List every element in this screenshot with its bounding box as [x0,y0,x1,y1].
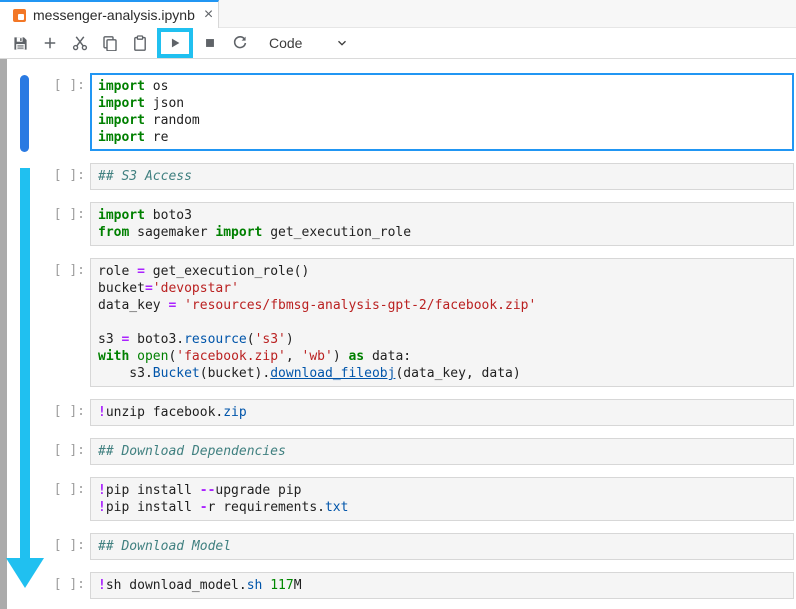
tab-bar: messenger-analysis.ipynb × [0,0,796,28]
tab-title: messenger-analysis.ipynb [33,7,195,23]
code-line [98,314,786,331]
cell-prompt: [ ]: [54,443,85,458]
cell-prompt: [ ]: [54,207,85,222]
notebook-cell[interactable]: [ ]:!unzip facebook.zip [90,399,794,426]
cell-prompt: [ ]: [54,577,85,592]
code-line: !pip install -r requirements.txt [98,499,786,516]
cell-input[interactable]: import osimport jsonimport randomimport … [90,73,794,151]
code-line: with open('facebook.zip', 'wb') as data: [98,348,786,365]
close-tab-icon[interactable]: × [202,7,215,23]
notebook-cell[interactable]: [ ]:!sh download_model.sh 117M [90,572,794,599]
code-line: role = get_execution_role() [98,263,786,280]
cell-input[interactable]: !pip install --upgrade pip!pip install -… [90,477,794,521]
stop-icon [203,36,217,50]
code-line: import boto3 [98,207,786,224]
run-cell-button[interactable] [162,33,188,53]
cell-input[interactable]: role = get_execution_role()bucket='devop… [90,258,794,387]
cut-cells-button[interactable] [65,29,95,57]
code-line: bucket='devopstar' [98,280,786,297]
cell-list: [ ]:import osimport jsonimport randomimp… [0,73,796,599]
code-line: !sh download_model.sh 117M [98,577,786,594]
run-icon [168,36,182,50]
cell-input[interactable]: ## Download Dependencies [90,438,794,465]
scissors-icon [72,35,88,51]
add-cell-button[interactable] [35,29,65,57]
cell-prompt: [ ]: [54,482,85,497]
cell-prompt: [ ]: [54,404,85,419]
cell-prompt: [ ]: [54,538,85,553]
code-line: data_key = 'resources/fbmsg-analysis-gpt… [98,297,786,314]
code-line: s3 = boto3.resource('s3') [98,331,786,348]
scroll-down-arrow-head [6,558,44,588]
notebook-cell[interactable]: [ ]:role = get_execution_role()bucket='d… [90,258,794,387]
code-line: ## S3 Access [98,168,786,185]
notebook-cell[interactable]: [ ]:import boto3from sagemaker import ge… [90,202,794,246]
code-line: from sagemaker import get_execution_role [98,224,786,241]
cell-input[interactable]: ## Download Model [90,533,794,560]
notebook-cell[interactable]: [ ]:import osimport jsonimport randomimp… [90,73,794,151]
restart-icon [232,35,248,51]
cell-input[interactable]: !unzip facebook.zip [90,399,794,426]
tab-messenger-analysis[interactable]: messenger-analysis.ipynb × [0,0,219,28]
notebook-toolbar: Code [0,28,796,59]
code-line: import json [98,95,786,112]
run-button-highlight-annotation [157,28,193,58]
cell-prompt: [ ]: [54,263,85,278]
chevron-down-icon [335,36,349,50]
copy-cells-button[interactable] [95,29,125,57]
copy-icon [102,35,118,51]
scroll-down-arrow-stem [20,168,30,558]
notebook-cell[interactable]: [ ]:## S3 Access [90,163,794,190]
code-line: import os [98,78,786,95]
plus-icon [43,36,57,50]
notebook-cell[interactable]: [ ]:!pip install --upgrade pip!pip insta… [90,477,794,521]
save-button[interactable] [5,29,35,57]
code-line: s3.Bucket(bucket).download_fileobj(data_… [98,365,786,382]
active-cell-indicator[interactable] [20,75,29,152]
paste-icon [132,35,148,51]
code-line: import random [98,112,786,129]
notebook-file-icon [13,9,26,22]
stop-kernel-button[interactable] [195,29,225,57]
notebook-cell[interactable]: [ ]:## Download Dependencies [90,438,794,465]
cell-input[interactable]: !sh download_model.sh 117M [90,572,794,599]
cell-prompt: [ ]: [54,168,85,183]
code-line: !unzip facebook.zip [98,404,786,421]
cell-input[interactable]: import boto3from sagemaker import get_ex… [90,202,794,246]
jupyterlab-window: messenger-analysis.ipynb × [0,0,796,609]
cell-type-value: Code [269,35,302,51]
code-line: ## Download Dependencies [98,443,786,460]
notebook-content: [ ]:import osimport jsonimport randomimp… [0,59,796,609]
code-line: import re [98,129,786,146]
cell-input[interactable]: ## S3 Access [90,163,794,190]
notebook-cell[interactable]: [ ]:## Download Model [90,533,794,560]
restart-kernel-button[interactable] [225,29,255,57]
save-icon [13,36,28,51]
code-line: ## Download Model [98,538,786,555]
cell-type-select[interactable]: Code [269,35,349,51]
cell-prompt: [ ]: [54,78,85,93]
paste-cells-button[interactable] [125,29,155,57]
code-line: !pip install --upgrade pip [98,482,786,499]
